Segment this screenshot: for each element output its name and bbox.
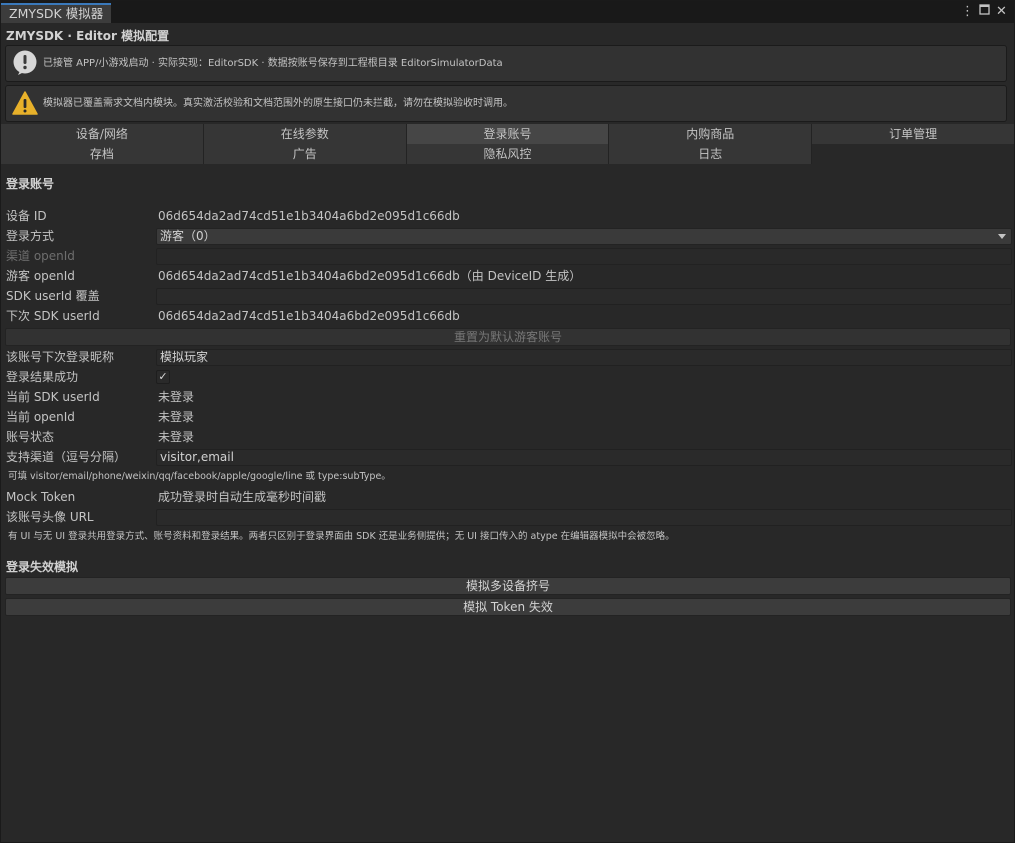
current-openid-value: 未登录 (158, 410, 195, 424)
channels-label: 支持渠道（逗号分隔） (6, 450, 127, 464)
account-status-value: 未登录 (158, 430, 195, 444)
page-title: ZMYSDK · Editor 模拟配置 (6, 29, 170, 43)
module-tabs: 设备/网络 在线参数 登录账号 内购商品 订单管理 存档 广告 隐私风控 日志 (1, 124, 1014, 164)
window-tab[interactable]: ZMYSDK 模拟器 (1, 3, 112, 23)
tab-online-params[interactable]: 在线参数 (203, 124, 407, 144)
warning-message: 模拟器已覆盖需求文档内模块。真实激活校验和文档范围外的原生接口仍未拦截，请勿在模… (43, 98, 513, 109)
login-success-checkbox[interactable]: ✓ (156, 370, 170, 384)
tab-ads[interactable]: 广告 (203, 144, 407, 164)
guest-openid-label: 游客 openId (6, 269, 75, 283)
tab-log[interactable]: 日志 (609, 144, 813, 164)
nickname-field[interactable]: 模拟玩家 (156, 349, 1012, 366)
section-title-failure: 登录失效模拟 (6, 560, 79, 574)
tab-iap-products[interactable]: 内购商品 (609, 124, 813, 144)
tab-order-management[interactable]: 订单管理 (812, 124, 1014, 144)
tab-save[interactable]: 存档 (1, 144, 204, 164)
current-openid-label: 当前 openId (6, 410, 75, 424)
section-title-login: 登录账号 (6, 177, 55, 191)
tab-row-2: 存档 广告 隐私风控 日志 (1, 144, 1014, 164)
account-status-label: 账号状态 (6, 430, 55, 444)
chevron-down-icon (998, 234, 1006, 239)
editor-content: ZMYSDK · Editor 模拟配置 已接管 APP/小游戏启动 · 实际实… (1, 23, 1014, 842)
title-bar: ZMYSDK 模拟器 ⋮ ✕ (1, 1, 1014, 23)
device-id-label: 设备 ID (6, 209, 47, 223)
simulator-window: ZMYSDK 模拟器 ⋮ ✕ ZMYSDK · Editor 模拟配置 已接管 … (0, 0, 1015, 843)
tab-empty-slot (812, 144, 1014, 164)
sdk-userid-override-field[interactable] (156, 288, 1012, 305)
info-icon (13, 50, 37, 75)
guest-openid-value: 06d654da2ad74cd51e1b3404a6bd2e095d1c66db… (158, 269, 582, 283)
sdk-userid-override-label: SDK userId 覆盖 (6, 289, 100, 303)
warning-helpbox: 模拟器已覆盖需求文档内模块。真实激活校验和文档范围外的原生接口仍未拦截，请勿在模… (5, 85, 1007, 122)
window-controls: ⋮ ✕ (961, 3, 1008, 21)
channels-hint: 可填 visitor/email/phone/weixin/qq/faceboo… (8, 471, 391, 482)
nickname-label: 该账号下次登录昵称 (6, 350, 115, 364)
mock-token-value: 成功登录时自动生成毫秒时间戳 (158, 490, 327, 504)
kebab-menu-icon[interactable]: ⋮ (961, 3, 974, 21)
current-userid-label: 当前 SDK userId (6, 390, 100, 404)
current-userid-value: 未登录 (158, 390, 195, 404)
channels-field[interactable]: visitor,email (156, 449, 1012, 466)
simulate-multi-device-button[interactable]: 模拟多设备挤号 (5, 577, 1011, 595)
close-icon[interactable]: ✕ (995, 3, 1008, 21)
tab-login-account[interactable]: 登录账号 (406, 124, 610, 144)
warning-icon (12, 91, 38, 115)
tab-row-1: 设备/网络 在线参数 登录账号 内购商品 订单管理 (1, 124, 1014, 144)
mock-token-label: Mock Token (6, 490, 76, 504)
reset-guest-account-button[interactable]: 重置为默认游客账号 (5, 328, 1011, 346)
channel-openid-field (156, 248, 1012, 265)
next-userid-value: 06d654da2ad74cd51e1b3404a6bd2e095d1c66db (158, 309, 460, 323)
login-success-label: 登录结果成功 (6, 370, 79, 384)
login-method-dropdown[interactable]: 游客（0） (156, 228, 1012, 245)
tab-device-network[interactable]: 设备/网络 (1, 124, 204, 144)
channel-openid-label: 渠道 openId (6, 249, 75, 263)
login-method-selected: 游客（0） (160, 229, 216, 243)
login-method-label: 登录方式 (6, 229, 55, 243)
avatar-url-label: 该账号头像 URL (6, 510, 94, 524)
login-shared-note: 有 UI 与无 UI 登录共用登录方式、账号资料和登录结果。两者只区别于登录界面… (8, 531, 675, 542)
maximize-icon[interactable] (978, 3, 991, 21)
tab-privacy-risk[interactable]: 隐私风控 (406, 144, 610, 164)
avatar-url-field[interactable] (156, 509, 1012, 526)
device-id-value: 06d654da2ad74cd51e1b3404a6bd2e095d1c66db (158, 209, 460, 223)
info-message: 已接管 APP/小游戏启动 · 实际实现：EditorSDK · 数据按账号保存… (43, 58, 503, 69)
info-helpbox: 已接管 APP/小游戏启动 · 实际实现：EditorSDK · 数据按账号保存… (5, 45, 1007, 82)
simulate-token-invalid-button[interactable]: 模拟 Token 失效 (5, 598, 1011, 616)
next-userid-label: 下次 SDK userId (6, 309, 100, 323)
